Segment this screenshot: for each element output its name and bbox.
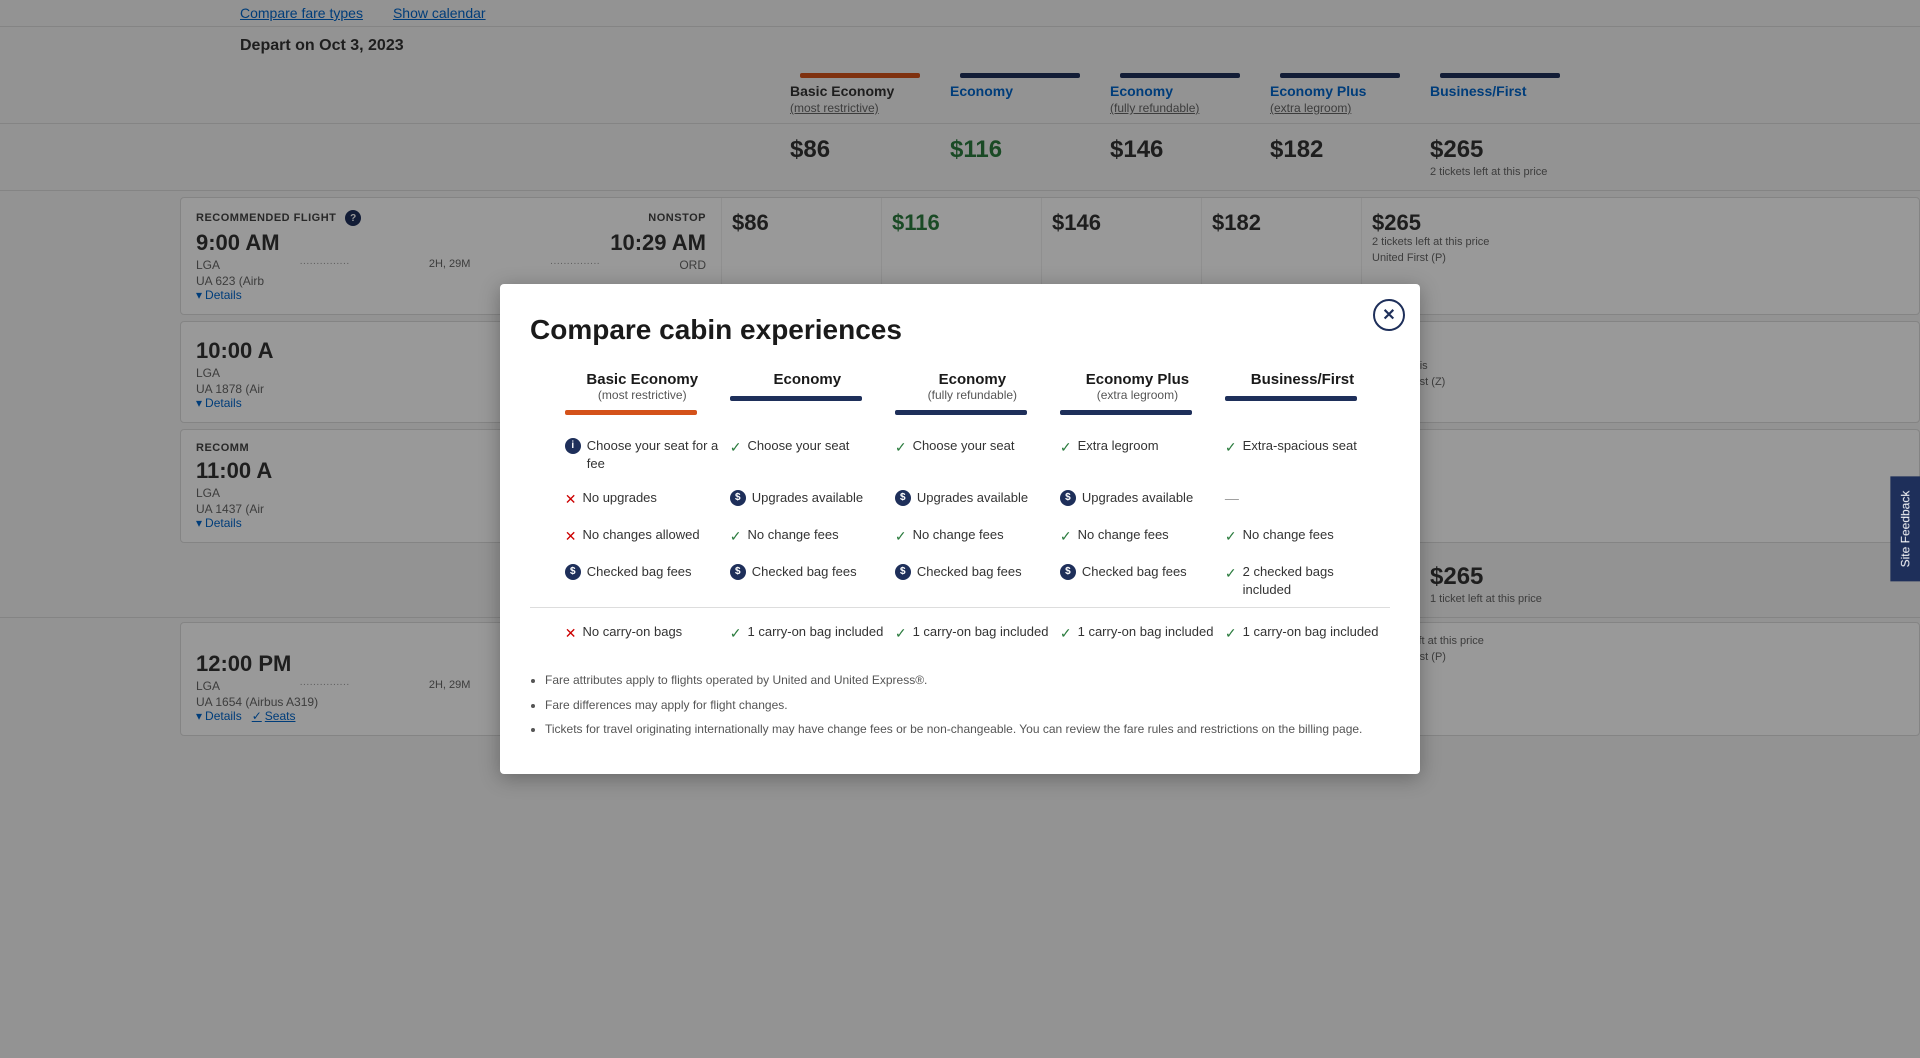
compare-cabin-table: Basic Economy (most restrictive) Economy… xyxy=(530,371,1390,652)
feat-economy-checked: $ Checked bag fees xyxy=(730,555,895,608)
dollar-icon: $ xyxy=(1060,490,1076,506)
feat-basic-seat: i Choose your seat for a fee xyxy=(565,425,730,481)
site-feedback-button[interactable]: Site Feedback xyxy=(1891,477,1920,582)
modal-footnotes: Fare attributes apply to flights operate… xyxy=(530,671,1390,739)
dollar-icon: $ xyxy=(895,490,911,506)
feat-basic-carryon: ✕ No carry-on bags xyxy=(565,607,730,651)
modal-overlay[interactable]: Compare cabin experiences Basic Economy … xyxy=(0,0,1920,1058)
feat-econplus-upgrades: $ Upgrades available xyxy=(1060,481,1225,518)
check-icon: ✓ xyxy=(1225,624,1237,644)
feature-row-upgrades: ✕ No upgrades $ Upgrades available $ xyxy=(530,481,1390,518)
compare-header-row: Basic Economy (most restrictive) Economy… xyxy=(530,371,1390,425)
check-icon: ✓ xyxy=(1060,624,1072,644)
footnote-2: Fare differences may apply for flight ch… xyxy=(545,696,1390,715)
col-bar-economy-ref xyxy=(895,410,1027,415)
col-header-basic: Basic Economy (most restrictive) xyxy=(565,371,730,425)
feat-economy-seat: ✓ Choose your seat xyxy=(730,425,895,481)
dash-icon: — xyxy=(1225,489,1239,509)
feat-econref-changes: ✓ No change fees xyxy=(895,518,1060,555)
check-icon: ✓ xyxy=(730,527,742,547)
check-icon: ✓ xyxy=(895,527,907,547)
check-icon: ✓ xyxy=(1060,527,1072,547)
feature-row-seat: i Choose your seat for a fee ✓ Choose yo… xyxy=(530,425,1390,481)
col-header-econplus: Economy Plus (extra legroom) xyxy=(1060,371,1225,425)
col-bar-basic xyxy=(565,410,697,415)
feature-row-checked-bags: $ Checked bag fees $ Checked bag fees $ xyxy=(530,555,1390,608)
modal-close-button[interactable] xyxy=(1373,299,1405,331)
feat-econplus-changes: ✓ No change fees xyxy=(1060,518,1225,555)
dollar-icon: $ xyxy=(1060,564,1076,580)
x-icon: ✕ xyxy=(565,527,577,547)
check-icon: ✓ xyxy=(730,624,742,644)
dollar-icon: $ xyxy=(730,490,746,506)
x-icon: ✕ xyxy=(565,624,577,644)
feat-economy-changes: ✓ No change fees xyxy=(730,518,895,555)
feat-econref-upgrades: $ Upgrades available xyxy=(895,481,1060,518)
feat-biz-checked: ✓ 2 checked bags included xyxy=(1225,555,1390,608)
feat-economy-carryon: ✓ 1 carry-on bag included xyxy=(730,607,895,651)
feat-econplus-seat: ✓ Extra legroom xyxy=(1060,425,1225,481)
feat-economy-upgrades: $ Upgrades available xyxy=(730,481,895,518)
col-header-business: Business/First xyxy=(1225,371,1390,425)
check-icon: ✓ xyxy=(1225,527,1237,547)
col-bar-econplus xyxy=(1060,410,1192,415)
feat-basic-checked: $ Checked bag fees xyxy=(565,555,730,608)
col-header-economy: Economy xyxy=(730,371,895,425)
col-header-economy-ref: Economy (fully refundable) xyxy=(895,371,1060,425)
feat-biz-carryon: ✓ 1 carry-on bag included xyxy=(1225,607,1390,651)
check-icon: ✓ xyxy=(1225,564,1237,584)
x-icon: ✕ xyxy=(565,490,577,510)
check-icon: ✓ xyxy=(895,438,907,458)
feat-econplus-checked: $ Checked bag fees xyxy=(1060,555,1225,608)
feat-basic-upgrades: ✕ No upgrades xyxy=(565,481,730,518)
dollar-icon: $ xyxy=(565,564,581,580)
check-icon: ✓ xyxy=(730,438,742,458)
col-bar-economy xyxy=(730,396,862,401)
footnote-1: Fare attributes apply to flights operate… xyxy=(545,671,1390,690)
footnote-3: Tickets for travel originating internati… xyxy=(545,720,1390,739)
col-bar-business xyxy=(1225,396,1357,401)
compare-cabin-modal: Compare cabin experiences Basic Economy … xyxy=(500,284,1420,774)
modal-title: Compare cabin experiences xyxy=(530,314,1390,346)
feat-biz-changes: ✓ No change fees xyxy=(1225,518,1390,555)
feat-biz-upgrades: — xyxy=(1225,481,1390,518)
feat-econref-carryon: ✓ 1 carry-on bag included xyxy=(895,607,1060,651)
feat-econref-checked: $ Checked bag fees xyxy=(895,555,1060,608)
info-icon: i xyxy=(565,438,581,454)
check-icon: ✓ xyxy=(1060,438,1072,458)
dollar-icon: $ xyxy=(895,564,911,580)
feature-row-changes: ✕ No changes allowed ✓ No change fees ✓ xyxy=(530,518,1390,555)
feat-econref-seat: ✓ Choose your seat xyxy=(895,425,1060,481)
feat-econplus-carryon: ✓ 1 carry-on bag included xyxy=(1060,607,1225,651)
feat-basic-changes: ✕ No changes allowed xyxy=(565,518,730,555)
check-icon: ✓ xyxy=(895,624,907,644)
feat-biz-seat: ✓ Extra-spacious seat xyxy=(1225,425,1390,481)
compare-features-body: i Choose your seat for a fee ✓ Choose yo… xyxy=(530,425,1390,652)
check-icon: ✓ xyxy=(1225,438,1237,458)
dollar-icon: $ xyxy=(730,564,746,580)
feature-row-carryon: ✕ No carry-on bags ✓ 1 carry-on bag incl… xyxy=(530,607,1390,651)
